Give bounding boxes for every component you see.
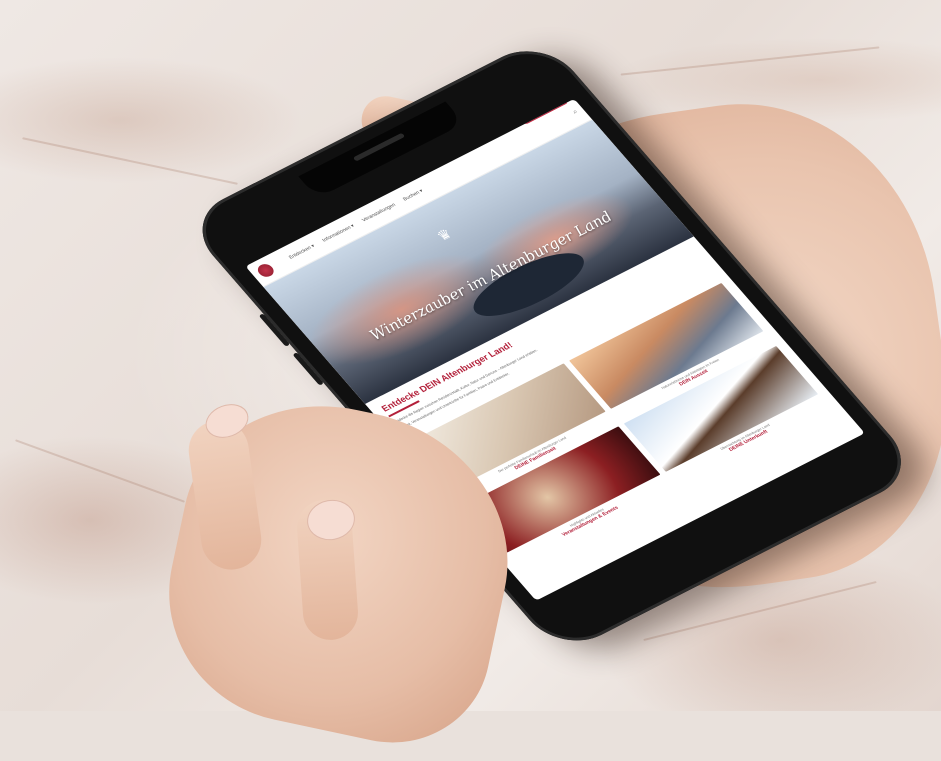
nav-item-veranstaltungen[interactable]: Veranstaltungen	[361, 202, 397, 223]
marble-vein	[620, 46, 880, 76]
ticketshop-button[interactable]: Ticketshop Ostthüringen	[517, 98, 570, 126]
site-logo[interactable]	[254, 261, 277, 280]
phone-speaker	[352, 132, 406, 162]
marble-vein	[15, 439, 185, 503]
nav-item-informationen[interactable]: Informationen	[321, 223, 356, 244]
search-icon[interactable]: ⌕	[571, 108, 580, 116]
nav-item-buchen[interactable]: Buchen	[402, 188, 425, 202]
nav-item-entdecken[interactable]: Entdecken	[288, 243, 317, 260]
crown-icon: ♛	[433, 225, 456, 244]
marble-vein	[22, 137, 238, 185]
